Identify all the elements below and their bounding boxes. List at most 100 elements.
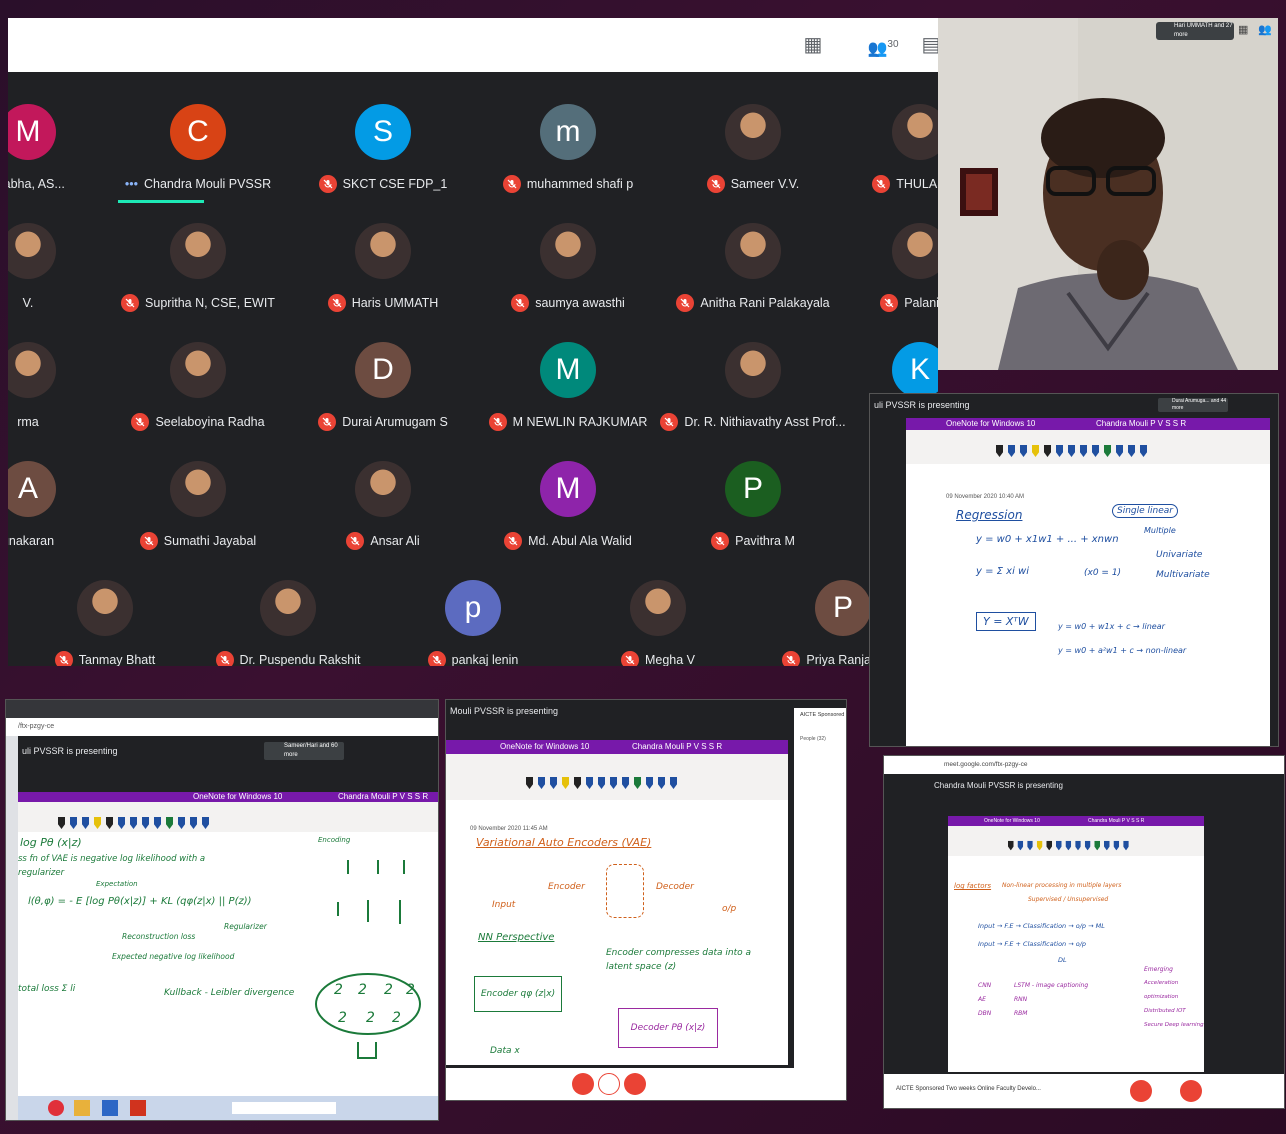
pen-tool-icon[interactable] — [1056, 840, 1062, 851]
acrobat-icon[interactable] — [130, 1100, 146, 1116]
grid-layout-icon[interactable]: ▦ — [798, 30, 828, 60]
pen-tool-icon[interactable] — [1094, 840, 1100, 851]
participant-tile[interactable]: Dr. Puspendu Rakshit — [198, 572, 378, 666]
pen-tool-icon[interactable] — [130, 817, 137, 829]
pen-tool-icon[interactable] — [1008, 840, 1014, 851]
camera-off-button[interactable] — [1180, 1080, 1202, 1102]
pen-tool-icon[interactable] — [538, 777, 545, 789]
pen-tool-icon[interactable] — [154, 817, 161, 829]
pen-tool-icon[interactable] — [1056, 445, 1063, 457]
chat-icon[interactable]: ▤ — [916, 30, 938, 60]
participant-tile[interactable]: Anitha Rani Palakayala — [663, 215, 843, 325]
pen-tool-icon[interactable] — [658, 777, 665, 789]
pen-tool-icon[interactable] — [178, 817, 185, 829]
pen-tool-icon[interactable] — [190, 817, 197, 829]
pen-tool-icon[interactable] — [646, 777, 653, 789]
pen-tool-icon[interactable] — [118, 817, 125, 829]
pen-palette[interactable] — [526, 776, 682, 794]
pen-tool-icon[interactable] — [1044, 445, 1051, 457]
participant-tile[interactable]: Supritha N, CSE, EWIT — [108, 215, 288, 325]
pen-tool-icon[interactable] — [1123, 840, 1129, 851]
pen-tool-icon[interactable] — [142, 817, 149, 829]
pen-tool-icon[interactable] — [1104, 840, 1110, 851]
participant-tile[interactable]: Sumathi Jayabal — [108, 453, 288, 563]
app-icon[interactable] — [48, 1100, 64, 1116]
participant-tile[interactable]: saumya awasthi — [478, 215, 658, 325]
pen-tool-icon[interactable] — [1116, 445, 1123, 457]
pen-tool-icon[interactable] — [574, 777, 581, 789]
pen-tool-icon[interactable] — [1113, 840, 1120, 851]
pen-tool-icon[interactable] — [586, 777, 593, 789]
people-icon[interactable]: 👥30 — [858, 30, 908, 60]
mic-off-button[interactable] — [1130, 1080, 1152, 1102]
pen-tool-icon[interactable] — [1020, 445, 1027, 457]
people-icon[interactable]: 👥 — [1258, 23, 1272, 36]
participant-tile[interactable]: THULASIMA — [830, 96, 938, 206]
pen-palette[interactable] — [996, 444, 1152, 462]
pen-tool-icon[interactable] — [550, 777, 557, 789]
pen-tool-icon[interactable] — [670, 777, 677, 789]
browser-tabs[interactable] — [6, 700, 438, 718]
participant-tile[interactable]: p pankaj lenin — [383, 572, 563, 666]
onenote-ribbon[interactable] — [18, 802, 438, 832]
pen-tool-icon[interactable] — [1032, 445, 1039, 457]
pen-tool-icon[interactable] — [1068, 445, 1075, 457]
participant-tile[interactable]: M Prabha, AS... — [8, 96, 118, 206]
participant-tile[interactable]: S SKCT CSE FDP_1 — [293, 96, 473, 206]
pen-tool-icon[interactable] — [996, 445, 1003, 457]
participant-tile[interactable]: Palani Vel — [830, 215, 938, 325]
address-bar[interactable]: meet.google.com/ftx-pzgy-ce — [884, 756, 1284, 774]
camera-off-button[interactable] — [624, 1073, 646, 1095]
participant-tile[interactable]: P Pavithra M — [663, 453, 843, 563]
pen-tool-icon[interactable] — [82, 817, 89, 829]
pen-tool-icon[interactable] — [598, 777, 605, 789]
pen-tool-icon[interactable] — [70, 817, 77, 829]
pen-tool-icon[interactable] — [610, 777, 617, 789]
pen-tool-icon[interactable] — [562, 777, 569, 789]
pen-tool-icon[interactable] — [1046, 840, 1052, 851]
participant-tile[interactable]: M Md. Abul Ala Walid — [478, 453, 658, 563]
participant-tile[interactable]: Aunakaran — [8, 453, 118, 563]
pen-palette[interactable] — [58, 816, 214, 834]
participant-tile[interactable]: D Durai Arumugam S — [293, 334, 473, 444]
pen-tool-icon[interactable] — [1128, 445, 1135, 457]
pen-tool-icon[interactable] — [1092, 445, 1099, 457]
participant-tile[interactable]: m muhammed shafi p — [478, 96, 658, 206]
onenote-ribbon[interactable] — [906, 430, 1270, 464]
folder-icon[interactable] — [74, 1100, 90, 1116]
taskbar[interactable] — [18, 1096, 438, 1120]
pen-tool-icon[interactable] — [1017, 840, 1024, 851]
participant-tile[interactable]: Ansar Ali — [293, 453, 473, 563]
pen-tool-icon[interactable] — [1140, 445, 1147, 457]
pen-tool-icon[interactable] — [526, 777, 533, 789]
participant-tile[interactable]: Haris UMMATH — [293, 215, 473, 325]
grid-icon[interactable]: ▦ — [1238, 23, 1248, 36]
pen-tool-icon[interactable] — [622, 777, 629, 789]
participant-tile[interactable]: Sameer V.V. — [663, 96, 843, 206]
address-bar[interactable]: /ftx-pzgy-ce — [6, 718, 438, 736]
pen-tool-icon[interactable] — [202, 817, 209, 829]
pen-palette[interactable] — [1008, 840, 1133, 854]
participant-tile[interactable]: rma — [8, 334, 118, 444]
participant-tile[interactable]: V. — [8, 215, 118, 325]
participant-tile[interactable]: M M NEWLIN RAJKUMAR — [478, 334, 658, 444]
participant-tile[interactable]: C ••• Chandra Mouli PVSSR — [108, 96, 288, 206]
pen-tool-icon[interactable] — [1075, 840, 1081, 851]
participant-tile[interactable]: Dr. R. Nithiavathy Asst Prof... — [660, 334, 846, 444]
pen-tool-icon[interactable] — [166, 817, 173, 829]
people-label[interactable]: People (32) — [800, 736, 826, 742]
end-call-button[interactable] — [598, 1073, 620, 1095]
onenote-ribbon[interactable] — [446, 754, 788, 800]
pen-tool-icon[interactable] — [1104, 445, 1111, 457]
mic-off-button[interactable] — [572, 1073, 594, 1095]
pen-tool-icon[interactable] — [634, 777, 641, 789]
pen-tool-icon[interactable] — [1080, 445, 1087, 457]
pen-tool-icon[interactable] — [1027, 840, 1033, 851]
participant-tile[interactable]: Tanmay Bhatt — [15, 572, 195, 666]
onenote-ribbon[interactable] — [948, 826, 1204, 856]
pen-tool-icon[interactable] — [58, 817, 65, 829]
pen-tool-icon[interactable] — [94, 817, 101, 829]
taskbar-search[interactable] — [232, 1102, 336, 1114]
pen-tool-icon[interactable] — [1084, 840, 1091, 851]
participant-tile[interactable]: Seelaboyina Radha — [108, 334, 288, 444]
